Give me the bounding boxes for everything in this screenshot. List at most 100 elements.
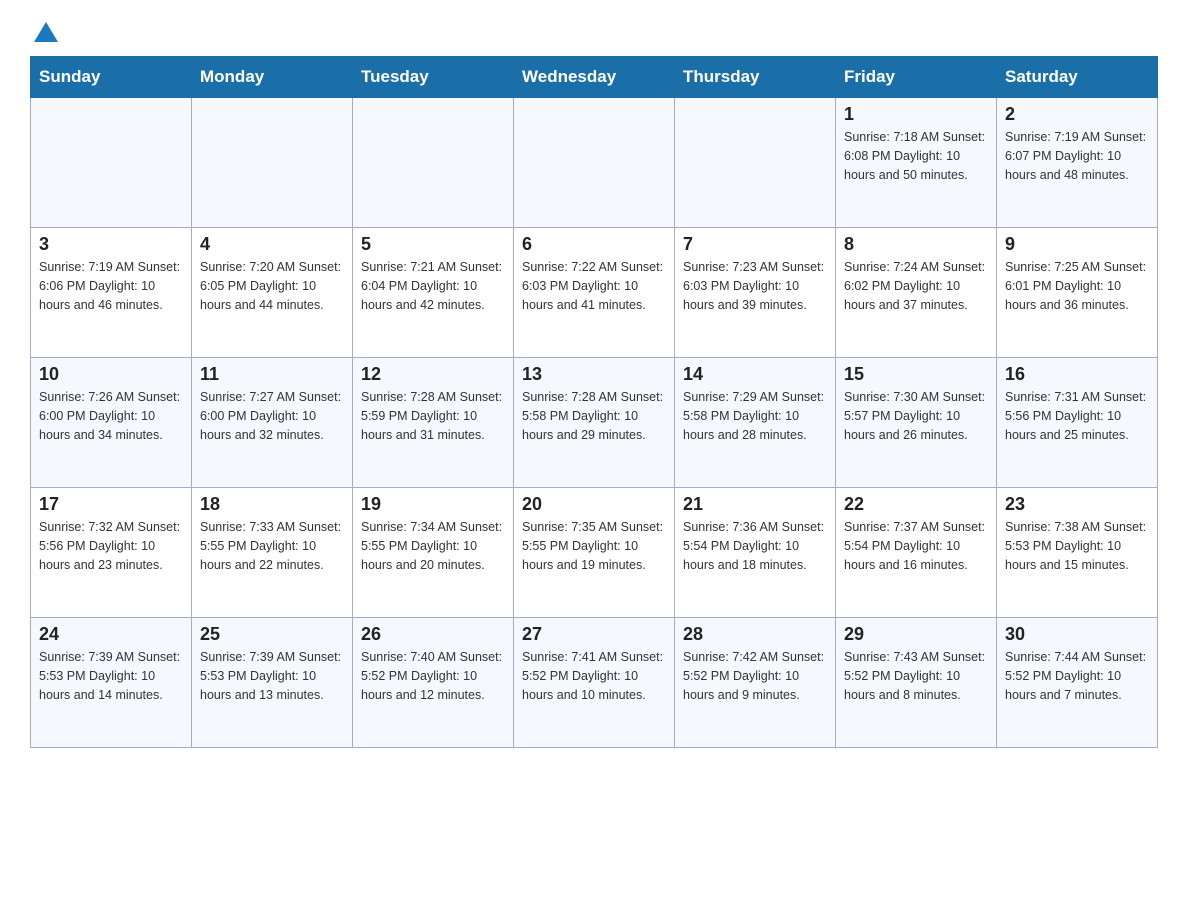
calendar-cell: 18Sunrise: 7:33 AM Sunset: 5:55 PM Dayli…: [192, 488, 353, 618]
day-number: 30: [1005, 624, 1149, 645]
day-number: 15: [844, 364, 988, 385]
day-number: 8: [844, 234, 988, 255]
day-info: Sunrise: 7:21 AM Sunset: 6:04 PM Dayligh…: [361, 258, 505, 314]
day-info: Sunrise: 7:34 AM Sunset: 5:55 PM Dayligh…: [361, 518, 505, 574]
calendar-cell: 30 Sunrise: 7:44 AM Sunset: 5:52 PM Dayli…: [997, 618, 1158, 748]
day-info: Sunrise: 7:41 AM Sunset: 5:52 PM Dayligh…: [522, 648, 666, 704]
calendar-cell: [675, 98, 836, 228]
calendar-cell: 15Sunrise: 7:30 AM Sunset: 5:57 PM Dayli…: [836, 358, 997, 488]
weekday-header-tuesday: Tuesday: [353, 57, 514, 98]
calendar-cell: 5 Sunrise: 7:21 AM Sunset: 6:04 PM Daylig…: [353, 228, 514, 358]
calendar-cell: 25 Sunrise: 7:39 AM Sunset: 5:53 PM Dayli…: [192, 618, 353, 748]
weekday-header-saturday: Saturday: [997, 57, 1158, 98]
day-number: 2: [1005, 104, 1149, 125]
calendar-cell: 6Sunrise: 7:22 AM Sunset: 6:03 PM Daylig…: [514, 228, 675, 358]
calendar-cell: [31, 98, 192, 228]
day-info: Sunrise: 7:19 AM Sunset: 6:07 PM Dayligh…: [1005, 128, 1149, 184]
day-info: Sunrise: 7:31 AM Sunset: 5:56 PM Dayligh…: [1005, 388, 1149, 444]
day-info: Sunrise: 7:23 AM Sunset: 6:03 PM Dayligh…: [683, 258, 827, 314]
day-number: 18: [200, 494, 344, 515]
day-number: 12: [361, 364, 505, 385]
day-number: 9: [1005, 234, 1149, 255]
calendar-week-row: 24Sunrise: 7:39 AM Sunset: 5:53 PM Dayli…: [31, 618, 1158, 748]
day-info: Sunrise: 7:38 AM Sunset: 5:53 PM Dayligh…: [1005, 518, 1149, 574]
day-info: Sunrise: 7:39 AM Sunset: 5:53 PM Dayligh…: [39, 648, 183, 704]
day-number: 29: [844, 624, 988, 645]
logo: [30, 20, 60, 46]
calendar-cell: 20 Sunrise: 7:35 AM Sunset: 5:55 PM Dayli…: [514, 488, 675, 618]
calendar-cell: 8 Sunrise: 7:24 AM Sunset: 6:02 PM Daylig…: [836, 228, 997, 358]
day-number: 5: [361, 234, 505, 255]
weekday-header-thursday: Thursday: [675, 57, 836, 98]
day-info: Sunrise: 7:32 AM Sunset: 5:56 PM Dayligh…: [39, 518, 183, 574]
day-number: 19: [361, 494, 505, 515]
calendar-cell: 29 Sunrise: 7:43 AM Sunset: 5:52 PM Dayli…: [836, 618, 997, 748]
calendar-cell: 1 Sunrise: 7:18 AM Sunset: 6:08 PM Daylig…: [836, 98, 997, 228]
day-number: 26: [361, 624, 505, 645]
calendar-cell: 24Sunrise: 7:39 AM Sunset: 5:53 PM Dayli…: [31, 618, 192, 748]
calendar-cell: 7 Sunrise: 7:23 AM Sunset: 6:03 PM Daylig…: [675, 228, 836, 358]
day-number: 7: [683, 234, 827, 255]
calendar-cell: 14 Sunrise: 7:29 AM Sunset: 5:58 PM Dayli…: [675, 358, 836, 488]
logo-triangle-icon: [32, 18, 60, 46]
weekday-header-monday: Monday: [192, 57, 353, 98]
day-number: 17: [39, 494, 183, 515]
day-info: Sunrise: 7:40 AM Sunset: 5:52 PM Dayligh…: [361, 648, 505, 704]
day-info: Sunrise: 7:28 AM Sunset: 5:59 PM Dayligh…: [361, 388, 505, 444]
day-info: Sunrise: 7:29 AM Sunset: 5:58 PM Dayligh…: [683, 388, 827, 444]
calendar-cell: 2 Sunrise: 7:19 AM Sunset: 6:07 PM Daylig…: [997, 98, 1158, 228]
day-number: 10: [39, 364, 183, 385]
day-number: 21: [683, 494, 827, 515]
day-number: 28: [683, 624, 827, 645]
calendar-header-row: SundayMondayTuesdayWednesdayThursdayFrid…: [31, 57, 1158, 98]
day-info: Sunrise: 7:20 AM Sunset: 6:05 PM Dayligh…: [200, 258, 344, 314]
calendar-cell: 28 Sunrise: 7:42 AM Sunset: 5:52 PM Dayli…: [675, 618, 836, 748]
day-info: Sunrise: 7:35 AM Sunset: 5:55 PM Dayligh…: [522, 518, 666, 574]
day-number: 3: [39, 234, 183, 255]
calendar-cell: [514, 98, 675, 228]
day-number: 25: [200, 624, 344, 645]
logo-text: [30, 20, 60, 46]
day-number: 1: [844, 104, 988, 125]
day-info: Sunrise: 7:27 AM Sunset: 6:00 PM Dayligh…: [200, 388, 344, 444]
calendar-cell: 22 Sunrise: 7:37 AM Sunset: 5:54 PM Dayli…: [836, 488, 997, 618]
calendar-cell: 27 Sunrise: 7:41 AM Sunset: 5:52 PM Dayli…: [514, 618, 675, 748]
day-number: 13: [522, 364, 666, 385]
calendar-cell: 3 Sunrise: 7:19 AM Sunset: 6:06 PM Daylig…: [31, 228, 192, 358]
day-number: 22: [844, 494, 988, 515]
day-info: Sunrise: 7:44 AM Sunset: 5:52 PM Dayligh…: [1005, 648, 1149, 704]
calendar-cell: 16 Sunrise: 7:31 AM Sunset: 5:56 PM Dayli…: [997, 358, 1158, 488]
day-info: Sunrise: 7:43 AM Sunset: 5:52 PM Dayligh…: [844, 648, 988, 704]
day-info: Sunrise: 7:19 AM Sunset: 6:06 PM Dayligh…: [39, 258, 183, 314]
page-header: [30, 20, 1158, 46]
calendar-cell: 4 Sunrise: 7:20 AM Sunset: 6:05 PM Daylig…: [192, 228, 353, 358]
weekday-header-friday: Friday: [836, 57, 997, 98]
calendar-table: SundayMondayTuesdayWednesdayThursdayFrid…: [30, 56, 1158, 748]
day-info: Sunrise: 7:25 AM Sunset: 6:01 PM Dayligh…: [1005, 258, 1149, 314]
calendar-week-row: 1 Sunrise: 7:18 AM Sunset: 6:08 PM Daylig…: [31, 98, 1158, 228]
calendar-week-row: 3 Sunrise: 7:19 AM Sunset: 6:06 PM Daylig…: [31, 228, 1158, 358]
calendar-cell: 13Sunrise: 7:28 AM Sunset: 5:58 PM Dayli…: [514, 358, 675, 488]
day-number: 16: [1005, 364, 1149, 385]
day-info: Sunrise: 7:37 AM Sunset: 5:54 PM Dayligh…: [844, 518, 988, 574]
calendar-cell: 17 Sunrise: 7:32 AM Sunset: 5:56 PM Dayli…: [31, 488, 192, 618]
day-info: Sunrise: 7:42 AM Sunset: 5:52 PM Dayligh…: [683, 648, 827, 704]
day-number: 4: [200, 234, 344, 255]
calendar-cell: 12 Sunrise: 7:28 AM Sunset: 5:59 PM Dayli…: [353, 358, 514, 488]
calendar-cell: 9 Sunrise: 7:25 AM Sunset: 6:01 PM Daylig…: [997, 228, 1158, 358]
calendar-cell: 21Sunrise: 7:36 AM Sunset: 5:54 PM Dayli…: [675, 488, 836, 618]
day-number: 14: [683, 364, 827, 385]
calendar-cell: [353, 98, 514, 228]
calendar-week-row: 10 Sunrise: 7:26 AM Sunset: 6:00 PM Dayli…: [31, 358, 1158, 488]
day-info: Sunrise: 7:24 AM Sunset: 6:02 PM Dayligh…: [844, 258, 988, 314]
day-number: 6: [522, 234, 666, 255]
calendar-cell: 23Sunrise: 7:38 AM Sunset: 5:53 PM Dayli…: [997, 488, 1158, 618]
day-info: Sunrise: 7:18 AM Sunset: 6:08 PM Dayligh…: [844, 128, 988, 184]
day-number: 27: [522, 624, 666, 645]
day-info: Sunrise: 7:26 AM Sunset: 6:00 PM Dayligh…: [39, 388, 183, 444]
calendar-cell: [192, 98, 353, 228]
calendar-cell: 19 Sunrise: 7:34 AM Sunset: 5:55 PM Dayli…: [353, 488, 514, 618]
day-info: Sunrise: 7:39 AM Sunset: 5:53 PM Dayligh…: [200, 648, 344, 704]
calendar-cell: 26 Sunrise: 7:40 AM Sunset: 5:52 PM Dayli…: [353, 618, 514, 748]
day-number: 20: [522, 494, 666, 515]
